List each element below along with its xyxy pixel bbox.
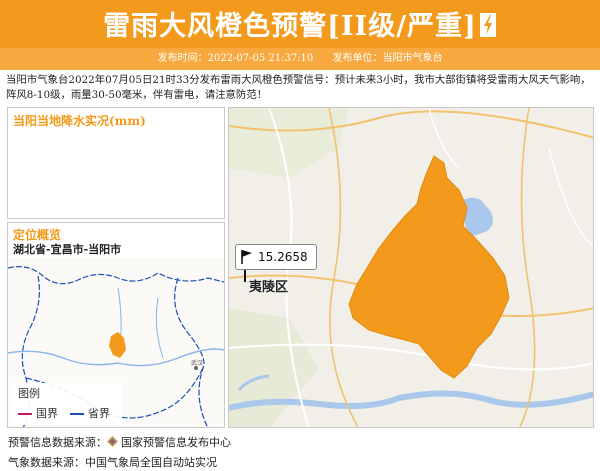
station-flag-icon bbox=[241, 250, 252, 264]
rainfall-panel-title: 当阳当地降水实况(mm) bbox=[13, 114, 146, 128]
legend-title: 图例 bbox=[18, 387, 40, 400]
station-pin bbox=[244, 270, 246, 282]
publish-time: 发布时间：2022-07-05 21:37:10 bbox=[157, 53, 314, 64]
station-marker-label[interactable]: 15.2658 bbox=[235, 244, 317, 270]
main-warning-map[interactable]: 15.2658 夷陵区 bbox=[228, 107, 594, 428]
warning-title-text: 雷雨大风橙色预警[II级/严重] bbox=[103, 11, 477, 42]
location-path: 湖北省-宜昌市-当阳市 bbox=[13, 243, 122, 256]
station-value: 15.2658 bbox=[258, 250, 308, 264]
location-overview-panel: 定位概览 湖北省-宜昌市-当阳市 武汉 图例 国界 省界 bbox=[7, 222, 225, 428]
warning-title: 雷雨大风橙色预警[II级/严重] bbox=[0, 4, 600, 43]
lightning-icon bbox=[479, 12, 496, 37]
publish-info-bar: 发布时间：2022-07-05 21:37:10 发布单位：当阳市气象台 bbox=[0, 48, 600, 70]
svg-text:武汉: 武汉 bbox=[191, 359, 203, 367]
warning-source-line: 预警信息数据来源： 国家预警信息发布中心 bbox=[8, 434, 231, 450]
warning-source-name: 国家预警信息发布中心 bbox=[121, 436, 231, 449]
legend-label: 省界 bbox=[88, 407, 110, 420]
province-border-line-icon bbox=[70, 413, 84, 415]
national-border-line-icon bbox=[18, 413, 32, 415]
warning-description: 当阳市气象台2022年07月05日21时33分发布雷雨大风橙色预警信号：预计未来… bbox=[6, 74, 591, 101]
legend-label: 国界 bbox=[36, 407, 58, 420]
warning-center-logo-icon bbox=[107, 436, 118, 447]
district-label: 夷陵区 bbox=[249, 280, 289, 295]
rainfall-panel: 当阳当地降水实况(mm) bbox=[7, 107, 225, 219]
weather-data-source-line: 气象数据来源：中国气象局全国自动站实况 bbox=[8, 456, 217, 469]
map-legend: 图例 国界 省界 bbox=[12, 383, 122, 425]
publish-unit: 发布单位：当阳市气象台 bbox=[332, 53, 443, 64]
warning-header: 雷雨大风橙色预警[II级/严重] 发布时间：2022-07-05 21:37:1… bbox=[0, 0, 600, 70]
legend-item-province-border: 省界 bbox=[70, 405, 110, 421]
legend-item-national-border: 国界 bbox=[18, 405, 58, 421]
warning-source-prefix: 预警信息数据来源： bbox=[8, 436, 107, 449]
